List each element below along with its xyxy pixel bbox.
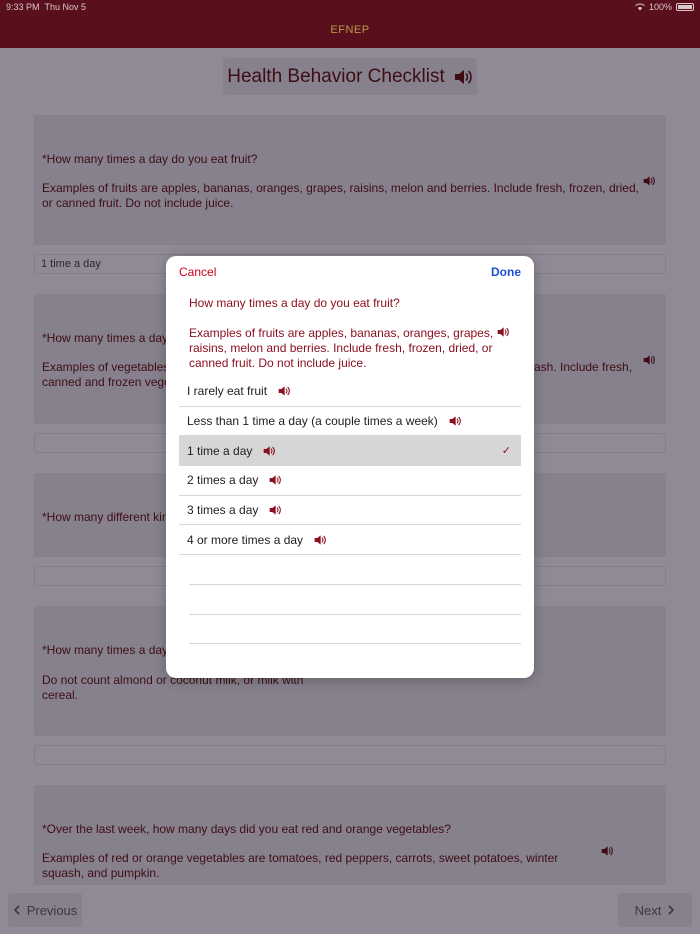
chevron-left-icon	[13, 905, 20, 915]
answer-picker-modal: Cancel Done How many times a day do you …	[166, 256, 534, 678]
option-row[interactable]: 2 times a day	[179, 466, 521, 496]
status-time: 9:33 PM Thu Nov 5	[6, 2, 87, 12]
empty-row	[189, 555, 521, 585]
option-row[interactable]: 3 times a day	[179, 496, 521, 526]
status-right: 100%	[635, 2, 694, 12]
nav-title: EFNEP	[330, 24, 370, 36]
battery-icon	[676, 3, 694, 11]
speaker-icon[interactable]	[642, 175, 656, 187]
modal-question: How many times a day do you eat fruit?	[189, 296, 400, 310]
modal-example: Examples of fruits are apples, bananas, …	[189, 326, 494, 370]
cancel-button[interactable]: Cancel	[179, 265, 216, 279]
speaker-icon[interactable]	[268, 504, 282, 516]
question-text: *How many different kin	[42, 510, 169, 524]
option-row[interactable]: Less than 1 time a day (a couple times a…	[179, 407, 521, 437]
option-label: Less than 1 time a day (a couple times a…	[187, 414, 438, 429]
speaker-icon[interactable]	[642, 354, 656, 366]
empty-row	[189, 615, 521, 645]
battery-percent: 100%	[648, 2, 672, 12]
next-button[interactable]: Next	[618, 893, 692, 927]
status-bar: 9:33 PM Thu Nov 5 100%	[0, 0, 700, 14]
speaker-icon[interactable]	[268, 474, 282, 486]
page-title: Health Behavior Checklist	[223, 58, 477, 95]
question-text: *How many times a day do you eat fruit?	[42, 152, 258, 166]
speaker-icon[interactable]	[448, 415, 462, 427]
page-title-text: Health Behavior Checklist	[227, 65, 445, 87]
speaker-icon[interactable]	[496, 326, 510, 338]
speaker-icon[interactable]	[600, 845, 614, 857]
option-label: 2 times a day	[187, 473, 259, 488]
previous-button[interactable]: Previous	[8, 893, 82, 927]
speaker-icon[interactable]	[262, 445, 276, 457]
question-text: *How many times a day	[42, 331, 169, 345]
nav-bar: EFNEP	[0, 14, 700, 48]
option-label: I rarely eat fruit	[187, 384, 268, 399]
question-text: *Over the last week, how many days did y…	[42, 822, 451, 836]
next-label: Next	[634, 902, 662, 918]
option-label: 4 or more times a day	[187, 532, 304, 547]
question-example: Examples of red or orange vegetables are…	[42, 851, 559, 880]
answer-field-milk[interactable]	[34, 745, 666, 765]
option-label: 1 time a day	[187, 443, 253, 458]
speaker-icon[interactable]	[453, 68, 473, 86]
question-card-fruit: *How many times a day do you eat fruit? …	[34, 115, 666, 245]
chevron-right-icon	[668, 905, 675, 915]
answer-value: 1 time a day	[41, 258, 101, 270]
speaker-icon[interactable]	[313, 534, 327, 546]
empty-row	[189, 585, 521, 615]
checkmark-icon: ✓	[501, 445, 511, 458]
option-row-selected[interactable]: 1 time a day ✓	[179, 436, 521, 467]
question-example: Examples of fruits are apples, bananas, …	[42, 181, 639, 210]
speaker-icon[interactable]	[277, 385, 291, 397]
option-label: 3 times a day	[187, 503, 259, 518]
options-list: I rarely eat fruit Less than 1 time a da…	[179, 377, 521, 645]
previous-label: Previous	[26, 902, 78, 918]
question-card-red-orange: *Over the last week, how many days did y…	[34, 785, 666, 885]
wifi-icon	[635, 3, 645, 11]
question-example-left2: canned and frozen vege	[42, 375, 171, 389]
question-text: *How many times a day	[42, 643, 169, 657]
done-button[interactable]: Done	[491, 265, 521, 279]
option-row[interactable]: 4 or more times a day	[179, 525, 521, 556]
option-row[interactable]: I rarely eat fruit	[179, 377, 521, 407]
question-example-left: Examples of vegetables	[42, 360, 170, 374]
question-example-right: ash. Include fresh,	[534, 360, 633, 374]
